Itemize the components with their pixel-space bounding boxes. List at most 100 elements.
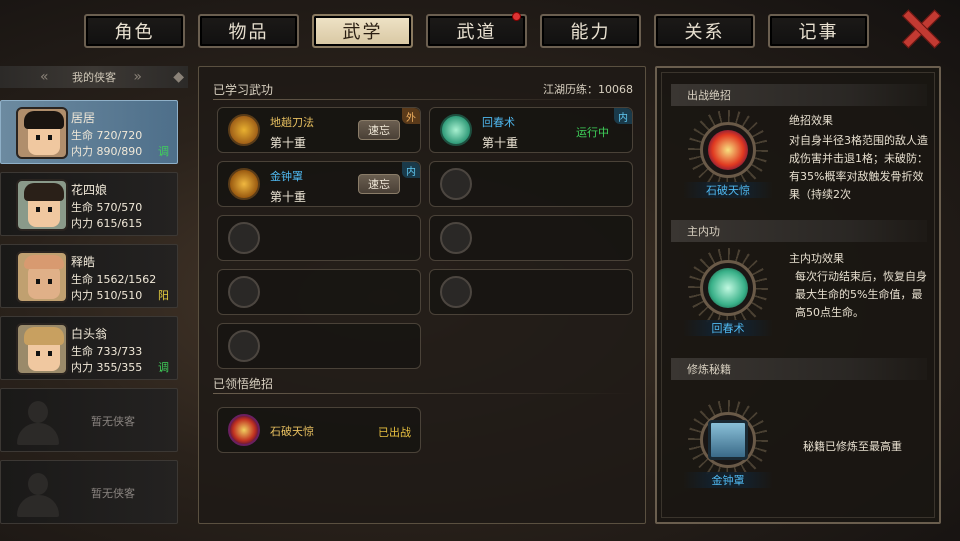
effect-description: 每次行动结束后，恢复自身最大生命的5%生命值，最高50点生命。 xyxy=(795,270,927,319)
tab-items[interactable]: 物品 xyxy=(198,14,299,48)
manual-status: 秘籍已修炼至最高重 xyxy=(803,440,902,453)
world-experience: 江湖历练：10068 xyxy=(543,83,633,96)
medal-label: 石破天惊 xyxy=(683,182,773,198)
skill-name: 金钟罩 xyxy=(270,170,303,183)
empty-orb-icon xyxy=(440,168,472,200)
section-header: 出战绝招 xyxy=(671,84,927,106)
divider xyxy=(213,99,633,100)
hero-mp: 内力 510/510 xyxy=(71,289,143,302)
notification-badge xyxy=(512,12,521,21)
tab-label: 关系 xyxy=(684,22,725,43)
ultimate-skill-icon xyxy=(708,130,748,170)
hero-name: 白头翁 xyxy=(71,327,108,341)
skill-type-badge: 外 xyxy=(402,108,420,124)
avatar xyxy=(16,251,68,303)
empty-hero-slot: 暂无侠客 xyxy=(0,460,178,524)
skill-level: 第十重 xyxy=(270,136,307,150)
hero-card[interactable]: 白头翁 生命 733/733 内力 355/355 调 xyxy=(0,316,178,380)
book-icon xyxy=(708,420,748,460)
silhouette-icon xyxy=(11,469,65,519)
ultimate-medal: 石破天惊 xyxy=(683,108,773,198)
bell-skill-icon xyxy=(228,168,260,200)
medal-label: 回春术 xyxy=(683,320,773,336)
tab-relations[interactable]: 关系 xyxy=(654,14,755,48)
section-header: 主内功 xyxy=(671,220,927,242)
hero-name: 花四娘 xyxy=(71,183,108,197)
tab-abilities[interactable]: 能力 xyxy=(540,14,641,48)
skill-status: 运行中 xyxy=(576,126,609,139)
empty-skill-slot[interactable] xyxy=(429,215,633,261)
hero-hp: 生命 1562/1562 xyxy=(71,273,157,286)
tab-character[interactable]: 角色 xyxy=(84,14,185,48)
hero-tag: 调 xyxy=(158,361,169,374)
ultimate-slot[interactable]: 石破天惊 已出战 xyxy=(217,407,421,453)
effect-description: 对自身半径3格范围的敌人造成伤害并击退1格；未破防：有35%概率对敌触发骨折效果… xyxy=(789,134,928,201)
hero-card[interactable]: 花四娘 生命 570/570 内力 615/615 xyxy=(0,172,178,236)
empty-skill-slot[interactable] xyxy=(217,269,421,315)
tab-label: 记事 xyxy=(798,22,839,43)
hero-hp: 生命 570/570 xyxy=(71,201,143,214)
tab-label: 能力 xyxy=(570,22,611,43)
hero-list-title: 我的侠客 xyxy=(72,71,116,84)
skill-type-badge: 内 xyxy=(614,108,632,124)
skill-name: 回春术 xyxy=(482,116,515,129)
healing-skill-icon xyxy=(440,114,472,146)
detail-panel: 出战绝招 石破天惊 绝招效果 对自身半径3格范围的敌人造成伤害并击退1格；未破防… xyxy=(655,66,941,524)
manual-medal: 金钟罩 xyxy=(683,398,773,488)
tab-martial-way[interactable]: 武道 xyxy=(426,12,527,48)
tab-bar: 角色 物品 武学 武道 能力 关系 记事 xyxy=(84,12,869,48)
hero-mp: 内力 890/890 xyxy=(71,145,143,158)
empty-orb-icon xyxy=(228,276,260,308)
empty-orb-icon xyxy=(228,222,260,254)
ultimate-skill-icon xyxy=(228,414,260,446)
empty-skill-slot[interactable] xyxy=(429,161,633,207)
forget-button[interactable]: 速忘 xyxy=(358,120,400,140)
empty-slot-label: 暂无侠客 xyxy=(91,487,135,500)
hero-card[interactable]: 释皓 生命 1562/1562 内力 510/510 阳 xyxy=(0,244,178,308)
hero-list-header: « 我的侠客 » ◆ xyxy=(0,66,188,88)
skill-slot[interactable]: 金钟罩 第十重 速忘 内 xyxy=(217,161,421,207)
tab-label: 角色 xyxy=(114,22,155,43)
ultimate-name: 石破天惊 xyxy=(270,425,314,438)
hero-mp: 内力 615/615 xyxy=(71,217,143,230)
skill-slot[interactable]: 地趟刀法 第十重 速忘 外 xyxy=(217,107,421,153)
tab-label: 武学 xyxy=(342,22,383,43)
empty-skill-slot[interactable] xyxy=(429,269,633,315)
silhouette-icon xyxy=(11,397,65,447)
skill-name: 地趟刀法 xyxy=(270,116,314,129)
skill-level: 第十重 xyxy=(270,190,307,204)
hero-mp: 内力 355/355 xyxy=(71,361,143,374)
tab-label: 武道 xyxy=(456,22,497,43)
skill-slot[interactable]: 回春术 第十重 运行中 内 xyxy=(429,107,633,153)
tab-label: 物品 xyxy=(228,22,269,43)
empty-orb-icon xyxy=(440,276,472,308)
hero-list: 居居 生命 720/720 内力 890/890 调 花四娘 生命 570/57… xyxy=(0,100,178,532)
hero-name: 释皓 xyxy=(71,255,96,269)
avatar xyxy=(16,107,68,159)
hero-hp: 生命 733/733 xyxy=(71,345,143,358)
hero-card[interactable]: 居居 生命 720/720 内力 890/890 调 xyxy=(0,100,178,164)
tab-journal[interactable]: 记事 xyxy=(768,14,869,48)
hero-tag: 阳 xyxy=(158,289,169,302)
forget-button[interactable]: 速忘 xyxy=(358,174,400,194)
chevron-right-icon[interactable]: » xyxy=(133,69,142,85)
effect-title: 主内功效果 xyxy=(789,252,844,265)
inner-skill-medal: 回春术 xyxy=(683,246,773,336)
close-icon[interactable] xyxy=(900,8,940,48)
avatar xyxy=(16,179,68,231)
section-header: 修炼秘籍 xyxy=(671,358,927,380)
divider xyxy=(213,393,633,394)
empty-orb-icon xyxy=(228,330,260,362)
empty-hero-slot: 暂无侠客 xyxy=(0,388,178,452)
blade-skill-icon xyxy=(228,114,260,146)
tab-martial-arts[interactable]: 武学 xyxy=(312,14,413,48)
skill-type-badge: 内 xyxy=(402,162,420,178)
empty-skill-slot[interactable] xyxy=(217,215,421,261)
hero-tag: 调 xyxy=(158,145,169,158)
hero-name: 居居 xyxy=(71,111,96,125)
empty-slot-label: 暂无侠客 xyxy=(91,415,135,428)
empty-orb-icon xyxy=(440,222,472,254)
skills-panel: 已学习武功 江湖历练：10068 地趟刀法 第十重 速忘 外 回春术 第十重 运… xyxy=(198,66,646,524)
empty-skill-slot[interactable] xyxy=(217,323,421,369)
chevron-left-icon[interactable]: « xyxy=(40,69,49,85)
